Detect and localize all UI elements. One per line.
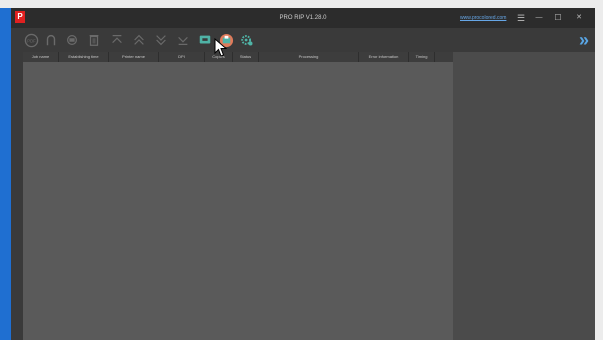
- move-bottom-icon[interactable]: [175, 32, 191, 48]
- move-down-icon[interactable]: [153, 32, 169, 48]
- pdf-export-icon[interactable]: PDF: [23, 32, 39, 48]
- column-header-timing[interactable]: Timing: [409, 52, 435, 62]
- expand-panel-button[interactable]: »: [579, 30, 589, 51]
- print-icon[interactable]: [64, 32, 80, 48]
- website-link[interactable]: www.procolored.com: [460, 8, 506, 28]
- window-title: PRO RIP V1.28.0: [279, 15, 327, 21]
- toolbar: PDF »: [11, 28, 595, 52]
- table-header: Job name Establishing time Printer name …: [23, 52, 453, 62]
- column-header-job-name[interactable]: Job name: [23, 52, 59, 62]
- right-panel: [453, 52, 595, 340]
- settings-icon[interactable]: [239, 32, 255, 48]
- column-header-status[interactable]: Status: [233, 52, 259, 62]
- column-header-printer-name[interactable]: Printer name: [109, 52, 159, 62]
- column-header-dpi[interactable]: DPI: [159, 52, 205, 62]
- move-up-icon[interactable]: [131, 32, 147, 48]
- menu-icon[interactable]: ☰: [515, 8, 527, 28]
- column-header-error-information[interactable]: Error information: [359, 52, 409, 62]
- maximize-button[interactable]: ☐: [552, 8, 564, 28]
- title-bar: P PRO RIP V1.28.0 www.procolored.com ☰ —…: [11, 8, 595, 28]
- job-table: Job name Establishing time Printer name …: [23, 52, 453, 340]
- move-top-icon[interactable]: [109, 32, 125, 48]
- minimize-button[interactable]: —: [533, 8, 545, 28]
- delete-icon[interactable]: [86, 32, 102, 48]
- column-header-establishing-time[interactable]: Establishing time: [59, 52, 109, 62]
- close-button[interactable]: ✕: [573, 8, 585, 28]
- desktop-background: [0, 8, 11, 340]
- column-header-processing[interactable]: Processing: [259, 52, 359, 62]
- magnet-icon[interactable]: [43, 32, 59, 48]
- preview-icon[interactable]: [197, 32, 213, 48]
- app-window: P PRO RIP V1.28.0 www.procolored.com ☰ —…: [11, 8, 595, 340]
- svg-text:PDF: PDF: [27, 38, 36, 43]
- mouse-cursor-icon: [214, 37, 228, 63]
